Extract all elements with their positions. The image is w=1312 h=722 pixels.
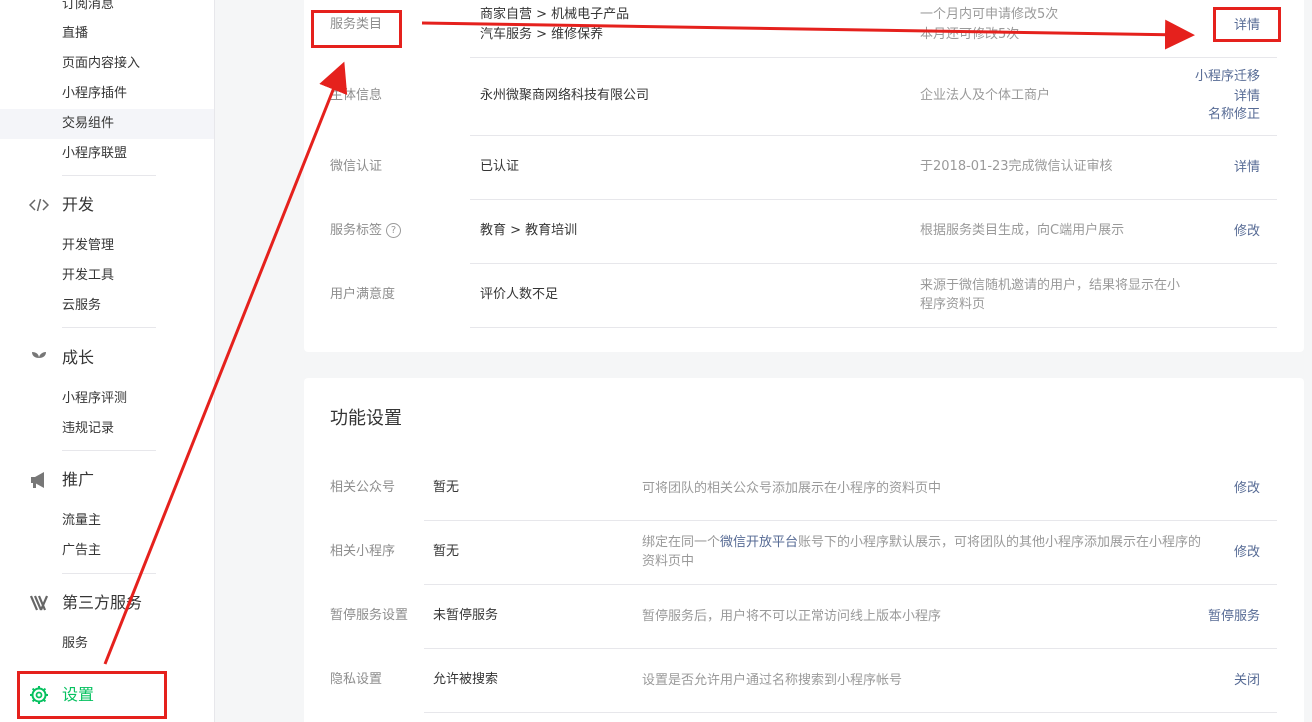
section-title: 成长 [62,348,95,367]
third-party-icon [29,593,49,613]
row-label-service-category: 服务类目 [330,17,383,32]
pause-service-link[interactable]: 暂停服务 [1160,607,1260,626]
section-title: 推广 [62,470,95,489]
row-desc: 可将团队的相关公众号添加展示在小程序的资料页中 [642,481,942,496]
open-platform-link[interactable]: 微信开放平台 [720,535,798,550]
row-divider [470,57,1277,58]
row-desc: 企业法人及个体工商户 [920,88,1051,103]
sidebar-divider [62,175,156,176]
row-desc: 资料页中 [642,554,695,569]
sidebar-item-evaluate[interactable]: 小程序评测 [0,384,214,414]
section-title: 开发 [62,195,95,214]
sidebar-section-develop[interactable]: 开发 [0,190,214,220]
sidebar-divider [62,327,156,328]
sprout-icon [29,348,49,368]
name-correction-link[interactable]: 名称修正 [1160,105,1260,124]
row-value-satisfaction: 评价人数不足 [480,287,559,302]
basic-info-card [304,0,1304,352]
sidebar-item-violations[interactable]: 违规记录 [0,414,214,444]
row-desc: 根据服务类目生成，向C端用户展示 [920,223,1125,238]
row-value: 未暂停服务 [433,608,499,623]
sidebar-item-dev-tools[interactable]: 开发工具 [0,261,214,291]
row-desc: 绑定在同一个微信开放平台账号下的小程序默认展示，可将团队的其他小程序添加展示在小… [642,533,1201,552]
row-divider [424,712,1277,713]
row-value-tag: 教育 > 教育培训 [480,223,578,238]
row-divider [424,584,1277,585]
row-label-pause-service: 暂停服务设置 [330,608,409,623]
row-label-satisfaction: 用户满意度 [330,287,396,302]
edit-link[interactable]: 修改 [1190,543,1260,562]
section-title-function-settings: 功能设置 [330,408,402,429]
sidebar-item-trade-component[interactable]: 交易组件 [0,109,214,139]
desc-text: 账号下的小程序默认展示，可将团队的其他小程序添加展示在小程序的 [798,535,1202,550]
row-desc: 设置是否允许用户通过名称搜索到小程序帐号 [642,673,903,688]
row-divider [470,327,1277,328]
sidebar-item-traffic-owner[interactable]: 流量主 [0,506,214,536]
row-divider [424,520,1277,521]
section-title: 设置 [62,685,95,704]
row-label-related-official-account: 相关公众号 [330,480,396,495]
sidebar-item-advertiser[interactable]: 广告主 [0,536,214,566]
row-label-text: 服务标签 [330,223,383,238]
sidebar-section-growth[interactable]: 成长 [0,343,214,373]
sidebar-section-third-party[interactable]: 第三方服务 [0,588,214,618]
row-value-category-1: 商家自营 > 机械电子产品 [480,7,630,22]
details-link[interactable]: 详情 [1190,16,1260,35]
sidebar-section-promote[interactable]: 推广 [0,465,214,495]
gear-icon [29,685,49,705]
sidebar: 订阅消息 直播 页面内容接入 小程序插件 交易组件 小程序联盟 开发 开发管理 … [0,0,215,722]
sidebar-item-services[interactable]: 服务 [0,629,214,659]
row-label-related-miniprogram: 相关小程序 [330,544,396,559]
sidebar-item-union[interactable]: 小程序联盟 [0,139,214,169]
details-link[interactable]: 详情 [1190,158,1260,177]
row-divider [470,199,1277,200]
sidebar-section-settings[interactable]: 设置 [0,680,214,710]
row-desc: 于2018-01-23完成微信认证审核 [920,159,1113,174]
sidebar-divider [62,573,156,574]
row-desc: 来源于微信随机邀请的用户，结果将显示在小 [920,278,1181,293]
row-value-verified: 已认证 [480,159,520,174]
row-value: 暂无 [433,480,460,495]
help-icon[interactable]: ? [386,223,402,238]
section-title: 第三方服务 [62,593,143,612]
code-icon [29,195,49,215]
row-label-entity-info: 主体信息 [330,88,383,103]
row-label-privacy: 隐私设置 [330,672,383,687]
row-value: 允许被搜索 [433,672,499,687]
details-link[interactable]: 详情 [1160,87,1260,106]
sidebar-item-subscribe-message[interactable]: 订阅消息 [0,0,214,20]
sidebar-item-plugins[interactable]: 小程序插件 [0,79,214,109]
row-divider [470,263,1277,264]
sidebar-divider [62,450,156,451]
row-value-company: 永州微聚商网络科技有限公司 [480,88,650,103]
row-label-service-tags: 服务标签? [330,222,402,240]
close-link[interactable]: 关闭 [1190,671,1260,690]
row-desc: 一个月内可申请修改5次 [920,7,1059,22]
row-divider [470,135,1277,136]
edit-link[interactable]: 修改 [1190,222,1260,241]
sidebar-item-cloud[interactable]: 云服务 [0,291,214,321]
megaphone-icon [29,470,49,490]
sidebar-item-live[interactable]: 直播 [0,19,214,49]
desc-text: 绑定在同一个 [642,535,721,550]
migrate-link[interactable]: 小程序迁移 [1160,67,1260,86]
row-value: 暂无 [433,544,460,559]
sidebar-item-dev-manage[interactable]: 开发管理 [0,231,214,261]
row-value-category-2: 汽车服务 > 维修保养 [480,27,604,42]
row-desc: 暂停服务后，用户将不可以正常访问线上版本小程序 [642,609,942,624]
edit-link[interactable]: 修改 [1190,479,1260,498]
row-divider [424,648,1277,649]
row-desc: 本月还可修改5次 [920,27,1020,42]
row-label-wechat-verify: 微信认证 [330,159,383,174]
row-desc: 程序资料页 [920,297,986,312]
sidebar-item-page-content[interactable]: 页面内容接入 [0,49,214,79]
